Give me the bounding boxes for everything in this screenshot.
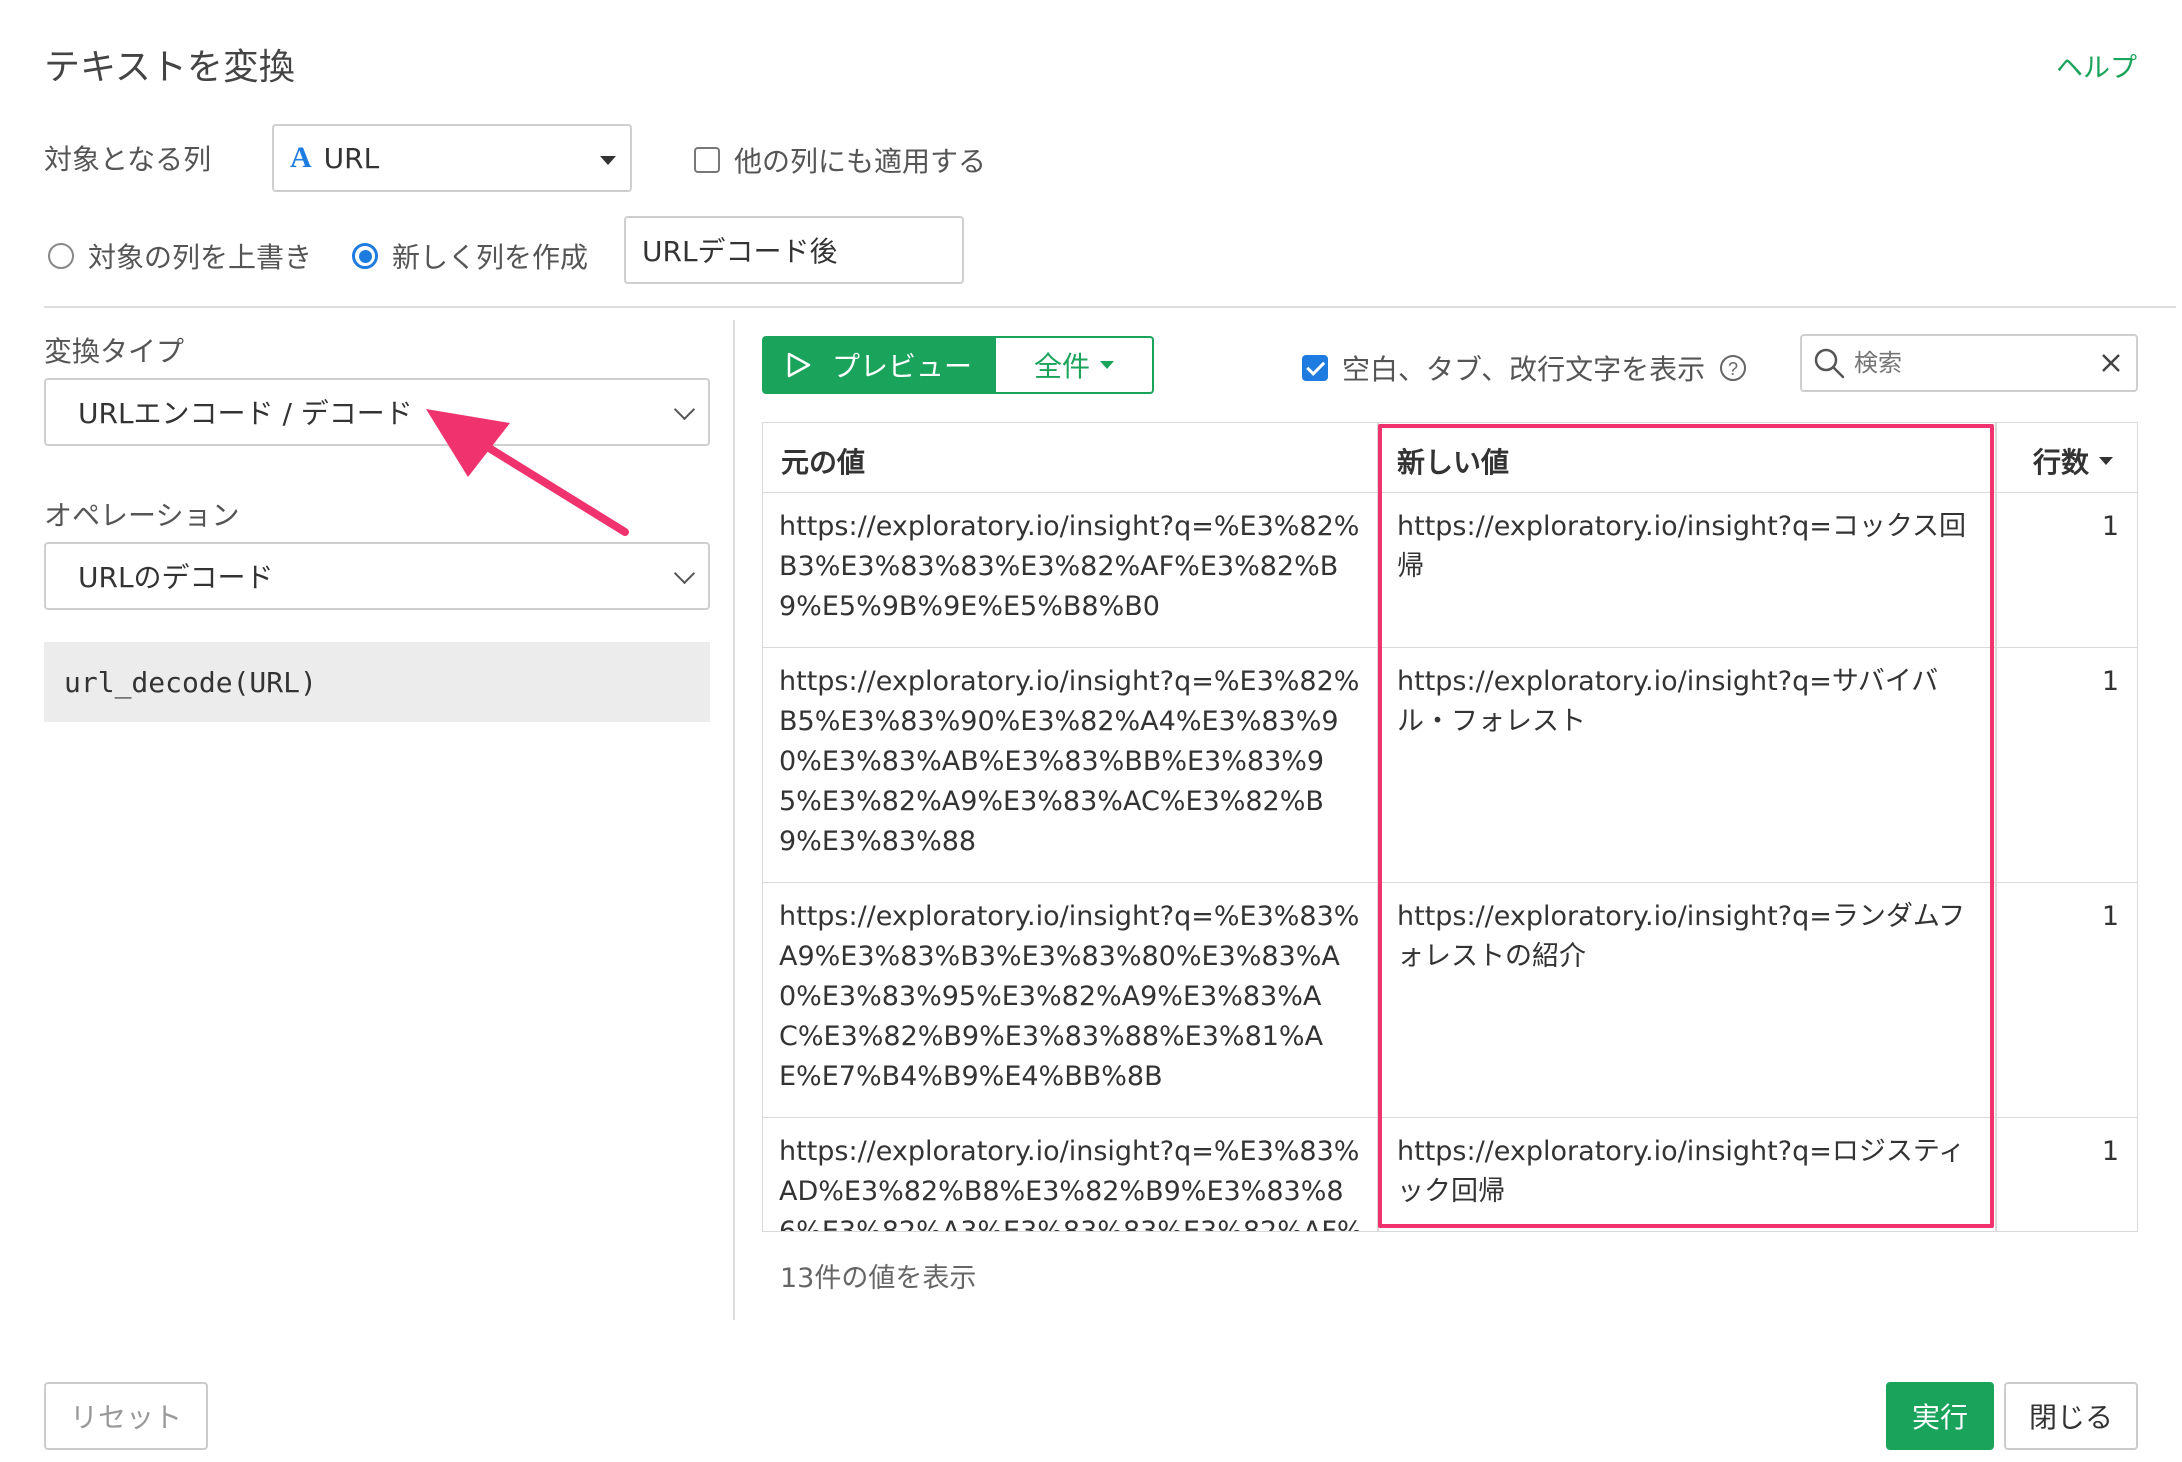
show-whitespace-label: 空白、タブ、改行文字を表示 [1342, 353, 1706, 386]
row-count-cell: 1 [2101, 511, 2119, 542]
operation-value: URLのデコード [78, 561, 274, 594]
new-value-cell: https://exploratory.io/insight?q=ロジスティック… [1397, 1136, 1966, 1207]
header-count[interactable]: 行数 [2033, 441, 2114, 481]
search-input[interactable] [1852, 348, 2086, 378]
conversion-type-value: URLエンコード / デコード [78, 397, 413, 430]
header-new: 新しい値 [1397, 446, 1510, 479]
conversion-type-label: 変換タイプ [44, 335, 185, 368]
string-type-icon: A [290, 141, 312, 174]
chevron-down-icon [673, 398, 696, 421]
table-row: https://exploratory.io/insight?q=%E3%82%… [763, 493, 2137, 648]
section-divider [44, 306, 2176, 308]
preview-table: 元の値 新しい値 行数 https://exploratory.io/insig… [762, 422, 2138, 1232]
row-summary: 13件の値を表示 [780, 1263, 977, 1294]
new-column-name-input[interactable] [624, 216, 964, 284]
row-count-cell: 1 [2101, 666, 2119, 697]
caret-down-icon [1100, 361, 1114, 369]
radio-overwrite[interactable]: 対象の列を上書き [48, 236, 312, 276]
apply-other-columns[interactable]: 他の列にも適用する [694, 140, 986, 180]
row-count-cell: 1 [2101, 1136, 2119, 1167]
new-value-cell: https://exploratory.io/insight?q=コックス回帰 [1397, 511, 1967, 582]
new-value-cell: https://exploratory.io/insight?q=ランダムフォレ… [1397, 901, 1966, 972]
sort-caret-icon [2099, 457, 2114, 465]
play-icon [787, 352, 811, 378]
annotation-arrow-icon [426, 409, 629, 536]
new-value-cell: https://exploratory.io/insight?q=サバイバル・フ… [1397, 666, 1939, 737]
dialog-title: テキストを変換 [44, 47, 295, 88]
help-link[interactable]: ヘルプ [2056, 46, 2137, 85]
operation-select[interactable]: URLのデコード [44, 542, 710, 610]
table-row: https://exploratory.io/insight?q=%E3%83%… [763, 883, 2137, 1118]
radio-new-column[interactable]: 新しく列を作成 [352, 236, 588, 276]
original-value-cell: https://exploratory.io/insight?q=%E3%83%… [779, 901, 1360, 1092]
expression-preview: url_decode(URL) [44, 642, 710, 722]
original-value-cell: https://exploratory.io/insight?q=%E3%82%… [779, 666, 1360, 857]
show-whitespace-toggle[interactable]: 空白、タブ、改行文字を表示 ? [1302, 348, 1747, 388]
apply-other-label: 他の列にも適用する [734, 145, 987, 178]
vertical-divider [733, 320, 735, 1320]
original-value-cell: https://exploratory.io/insight?q=%E3%83%… [779, 1136, 1363, 1232]
all-rows-dropdown[interactable]: 全件 [994, 336, 1154, 394]
reset-button[interactable]: リセット [44, 1382, 208, 1450]
new-column-radio-button[interactable] [352, 243, 378, 269]
preview-button[interactable]: プレビュー [762, 336, 994, 394]
search-box[interactable] [1800, 334, 2138, 392]
original-value-cell: https://exploratory.io/insight?q=%E3%82%… [779, 511, 1360, 622]
overwrite-radio-button[interactable] [48, 243, 74, 269]
table-row: https://exploratory.io/insight?q=%E3%82%… [763, 648, 2137, 883]
header-count-label: 行数 [2033, 446, 2090, 479]
close-button[interactable]: 閉じる [2004, 1382, 2138, 1450]
run-button[interactable]: 実行 [1886, 1382, 1994, 1450]
header-original: 元の値 [781, 446, 866, 479]
svg-text:?: ? [1728, 359, 1738, 379]
table-row: https://exploratory.io/insight?q=%E3%83%… [763, 1118, 2137, 1232]
table-header: 元の値 新しい値 行数 [763, 423, 2137, 493]
all-rows-label: 全件 [1033, 350, 1090, 383]
operation-label: オペレーション [44, 499, 240, 532]
help-question-icon[interactable]: ? [1719, 354, 1747, 382]
row-count-cell: 1 [2101, 901, 2119, 932]
new-column-label: 新しく列を作成 [392, 241, 589, 274]
search-icon [1814, 348, 1845, 379]
caret-down-icon [600, 156, 616, 165]
show-whitespace-checkbox[interactable] [1302, 355, 1328, 381]
target-column-select[interactable]: A URL [272, 124, 632, 192]
clear-search-icon[interactable] [2100, 352, 2122, 374]
preview-label: プレビュー [832, 350, 973, 383]
overwrite-label: 対象の列を上書き [88, 241, 313, 274]
target-column-value: URL [323, 141, 380, 175]
chevron-down-icon [673, 562, 696, 585]
apply-other-checkbox[interactable] [694, 147, 720, 173]
target-column-label: 対象となる列 [44, 143, 212, 176]
